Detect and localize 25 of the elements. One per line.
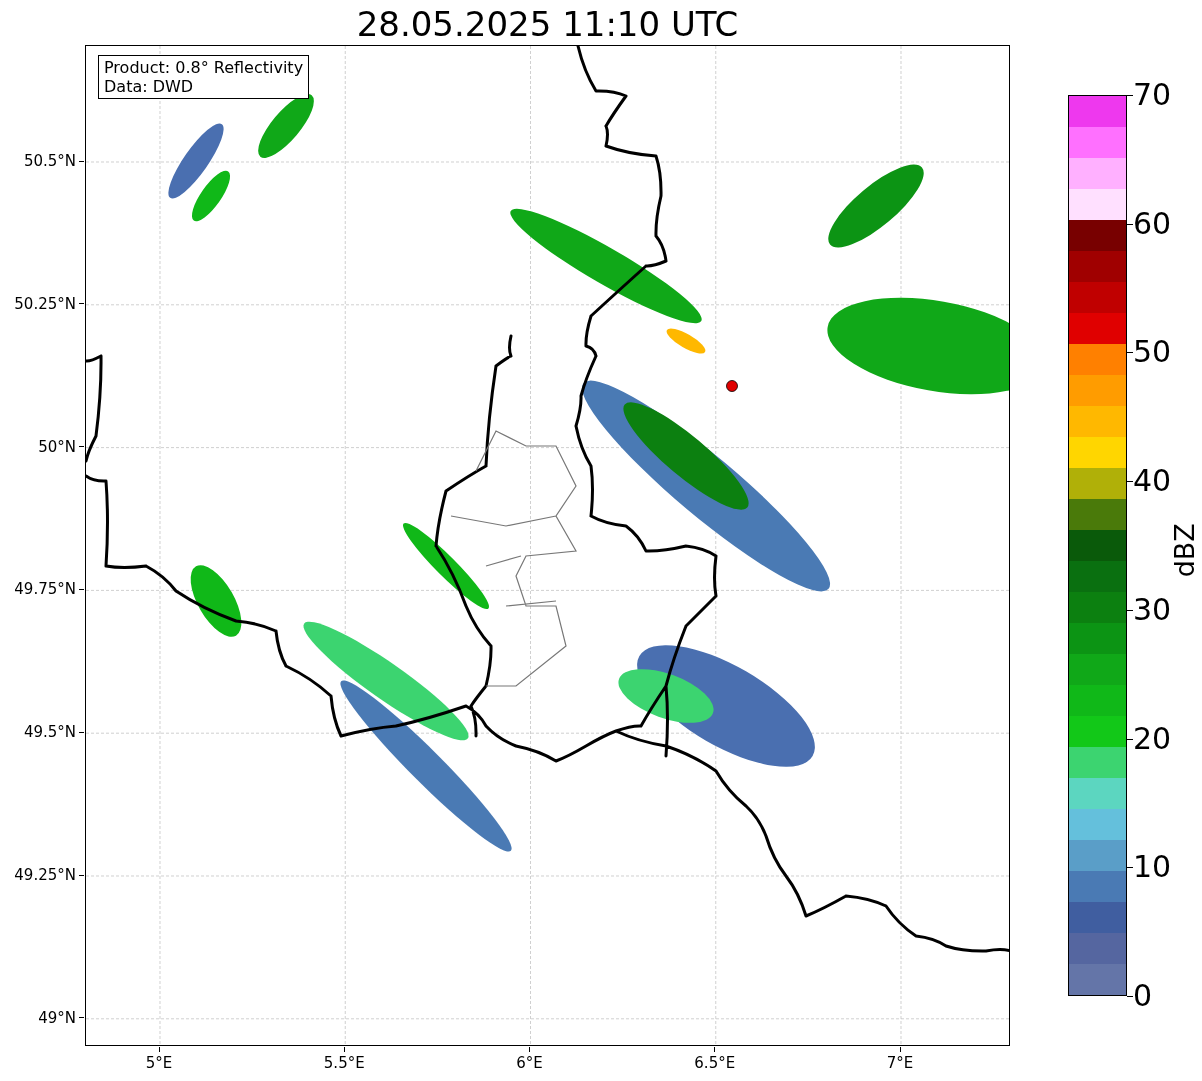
tick-mark [1127, 996, 1133, 997]
legend-text: Product: 0.8° Reflectivity [104, 58, 304, 77]
axis-tick-label: 50.5°N [23, 152, 76, 170]
axis-tick-label: 7°E [886, 1054, 914, 1072]
legend-text: Data: DWD [104, 77, 195, 96]
colorbar-tick-label: 40 [1133, 464, 1172, 499]
axis-tick-label: 6.5°E [694, 1054, 736, 1072]
axis-tick-label: 49°N [38, 1008, 76, 1027]
colorbar-tick-label: 60 [1133, 206, 1172, 241]
chart-title: 28.05.2025 11:10 UTC [355, 3, 740, 46]
colorbar-tick-label: 20 [1133, 721, 1172, 756]
colorbar-tick-label: 50 [1133, 335, 1172, 370]
axis-tick-label: 49.75°N [14, 580, 76, 599]
colorbar-tick-label: 0 [1133, 979, 1153, 1013]
axis-tick-label: 6°E [516, 1054, 543, 1072]
colorbar-tick-label: 30 [1133, 592, 1172, 627]
axis-tick-label: 5°E [145, 1054, 173, 1072]
axis-tick-label: 50.25°N [14, 294, 76, 313]
axis-tick-label: 5.5°E [323, 1054, 365, 1072]
colorbar-label: dBZ [1167, 523, 1201, 578]
colorbar-tick-label: 70 [1133, 78, 1172, 112]
axis-tick-label: 49.5°N [23, 723, 76, 742]
axis-tick-label: 49.25°N [14, 866, 76, 884]
colorbar-tick-label: 10 [1133, 850, 1172, 885]
axis-tick-label: 50°N [38, 437, 76, 456]
